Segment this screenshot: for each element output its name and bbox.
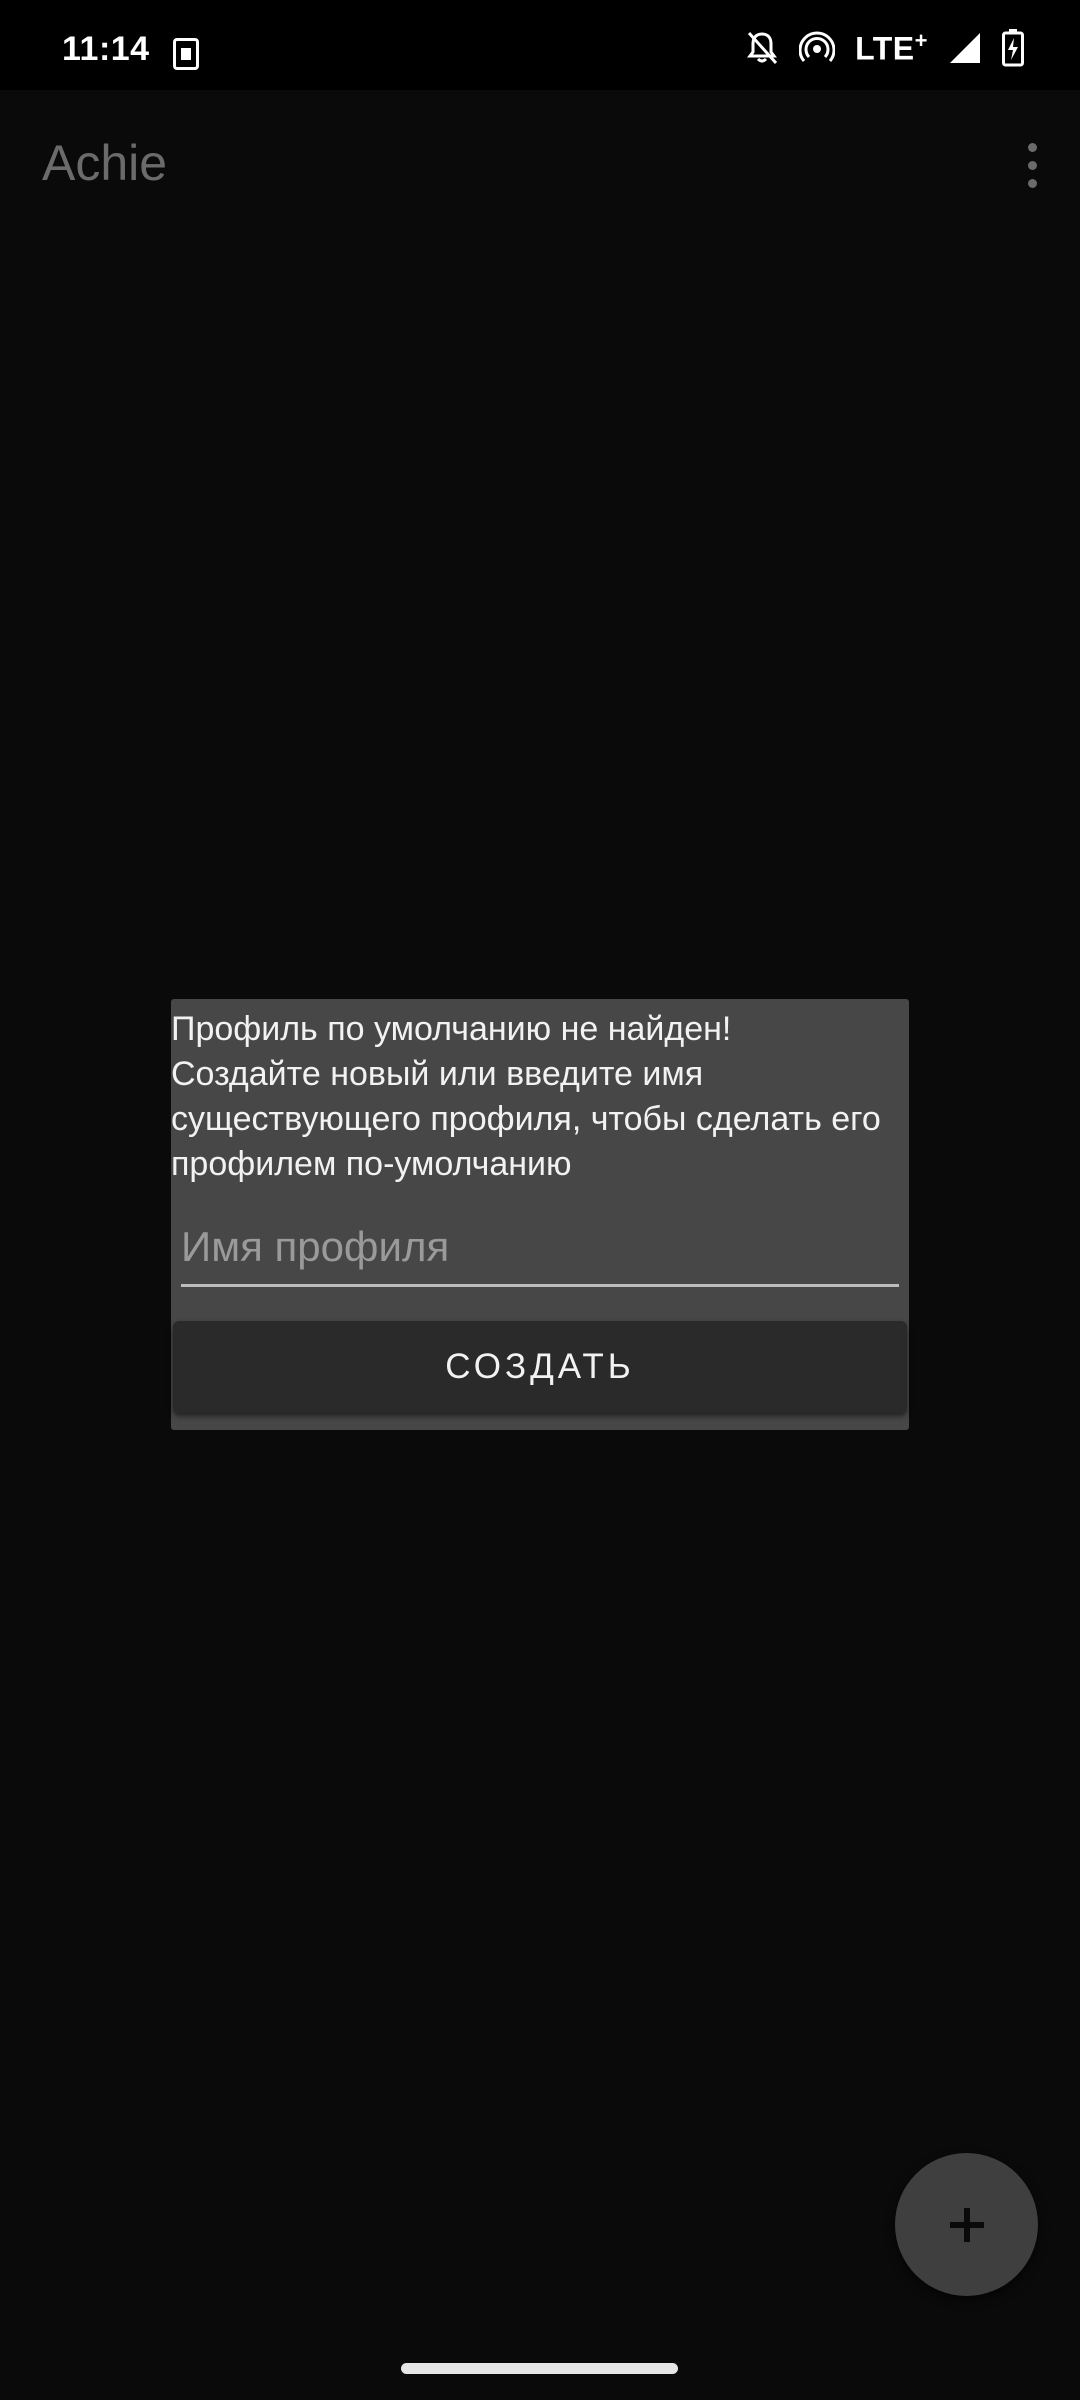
home-indicator[interactable] xyxy=(401,2363,678,2374)
dialog-message: Профиль по умолчанию не найден! Создайте… xyxy=(171,1010,881,1183)
overflow-dot xyxy=(1027,178,1037,188)
profile-name-field[interactable] xyxy=(181,1209,899,1287)
plus-icon xyxy=(949,2207,984,2242)
network-label: LTE xyxy=(855,30,915,67)
overflow-dot xyxy=(1027,160,1037,170)
status-icons: LTE+ xyxy=(745,28,1024,68)
app-title: Achie xyxy=(42,135,168,191)
add-fab-button[interactable] xyxy=(895,2153,1038,2296)
status-bar: 11:14 LTE+ xyxy=(0,0,1080,90)
cellular-signal-icon xyxy=(950,33,980,63)
k-app-notification-icon xyxy=(173,38,199,70)
battery-charging-icon xyxy=(1002,29,1024,67)
overflow-dot xyxy=(1027,142,1037,152)
network-suffix: + xyxy=(914,28,928,54)
more-vert-icon[interactable] xyxy=(1002,130,1062,200)
status-time: 11:14 xyxy=(62,30,150,68)
app-bar: Achie xyxy=(0,90,1080,240)
hotspot-icon xyxy=(799,31,836,62)
create-profile-dialog: Профиль по умолчанию не найден! Создайте… xyxy=(171,999,909,1430)
profile-name-input[interactable] xyxy=(181,1209,899,1284)
network-type: LTE+ xyxy=(855,28,928,68)
notifications-off-icon xyxy=(747,31,778,65)
create-button[interactable]: СОЗДАТЬ xyxy=(173,1321,907,1413)
